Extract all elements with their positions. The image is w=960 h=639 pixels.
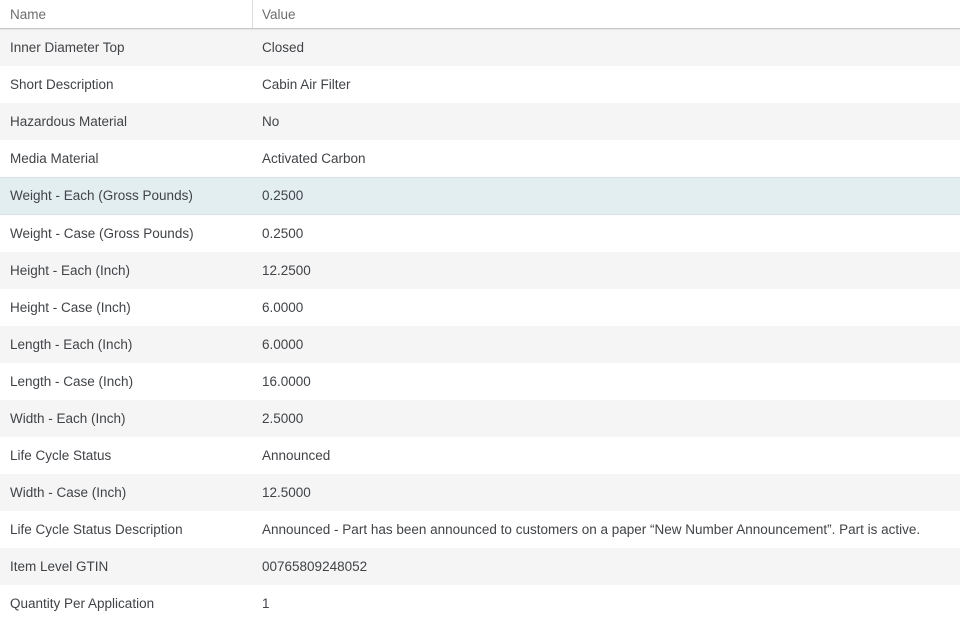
- row-value-cell: 16.0000: [262, 373, 311, 389]
- table-row[interactable]: Hazardous Material No: [0, 103, 960, 140]
- table-row[interactable]: Width - Each (Inch) 2.5000: [0, 400, 960, 437]
- row-name-cell: Media Material: [10, 150, 99, 166]
- row-name-cell: Life Cycle Status: [10, 447, 112, 463]
- table-row[interactable]: Life Cycle Status Announced: [0, 437, 960, 474]
- row-value-cell: 1: [262, 595, 270, 611]
- table-row[interactable]: Quantity Per Application 1: [0, 585, 960, 622]
- row-name-cell: Item Level GTIN: [10, 558, 109, 574]
- row-value-cell: Announced: [262, 447, 331, 463]
- table-row[interactable]: Inner Diameter Top Closed: [0, 29, 960, 66]
- row-name-cell: Width - Case (Inch): [10, 484, 127, 500]
- table-row[interactable]: Height - Each (Inch) 12.2500: [0, 252, 960, 289]
- row-name-cell: Height - Case (Inch): [10, 299, 131, 315]
- row-name-cell: Short Description: [10, 76, 114, 92]
- row-value-cell: Activated Carbon: [262, 150, 366, 166]
- row-name-cell: Life Cycle Status Description: [10, 521, 183, 537]
- table-row[interactable]: Media Material Activated Carbon: [0, 140, 960, 177]
- table-row[interactable]: Life Cycle Status Description Announced …: [0, 511, 960, 548]
- row-name-cell: Height - Each (Inch): [10, 262, 131, 278]
- table-row[interactable]: Length - Case (Inch) 16.0000: [0, 363, 960, 400]
- table-row[interactable]: Short Description Cabin Air Filter: [0, 66, 960, 103]
- row-value-cell: 00765809248052: [262, 558, 368, 574]
- row-name-cell: Length - Each (Inch): [10, 336, 133, 352]
- row-name-cell: Hazardous Material: [10, 113, 128, 129]
- row-name-cell: Weight - Case (Gross Pounds): [10, 225, 194, 241]
- column-header-name[interactable]: Name: [0, 0, 253, 28]
- row-name-cell: Inner Diameter Top: [10, 39, 125, 55]
- row-value-cell: Closed: [262, 39, 305, 55]
- table-row[interactable]: Weight - Each (Gross Pounds) 0.2500: [0, 177, 960, 215]
- table-row[interactable]: Item Level GTIN 00765809248052: [0, 548, 960, 585]
- table-row[interactable]: Height - Case (Inch) 6.0000: [0, 289, 960, 326]
- row-value-cell: 0.2500: [262, 188, 304, 203]
- row-name-cell: Quantity Per Application: [10, 595, 155, 611]
- row-value-cell: Cabin Air Filter: [262, 76, 351, 92]
- table-row[interactable]: Length - Each (Inch) 6.0000: [0, 326, 960, 363]
- row-value-cell: 6.0000: [262, 299, 304, 315]
- row-value-cell: 2.5000: [262, 410, 304, 426]
- row-value-cell: 12.5000: [262, 484, 311, 500]
- row-name-cell: Weight - Each (Gross Pounds): [10, 188, 193, 203]
- column-header-value[interactable]: Value: [253, 0, 960, 28]
- row-value-cell: No: [262, 113, 280, 129]
- row-value-cell: 6.0000: [262, 336, 304, 352]
- table-body: Inner Diameter Top Closed Short Descript…: [0, 29, 960, 622]
- row-value-cell: 0.2500: [262, 225, 304, 241]
- table-row[interactable]: Width - Case (Inch) 12.5000: [0, 474, 960, 511]
- row-name-cell: Width - Each (Inch): [10, 410, 126, 426]
- table-header: Name Value: [0, 0, 960, 29]
- attributes-table: Name Value Inner Diameter Top Closed Sho…: [0, 0, 960, 622]
- row-value-cell: 12.2500: [262, 262, 311, 278]
- table-row[interactable]: Weight - Case (Gross Pounds) 0.2500: [0, 215, 960, 252]
- row-value-cell: Announced - Part has been announced to c…: [262, 521, 921, 537]
- row-name-cell: Length - Case (Inch): [10, 373, 134, 389]
